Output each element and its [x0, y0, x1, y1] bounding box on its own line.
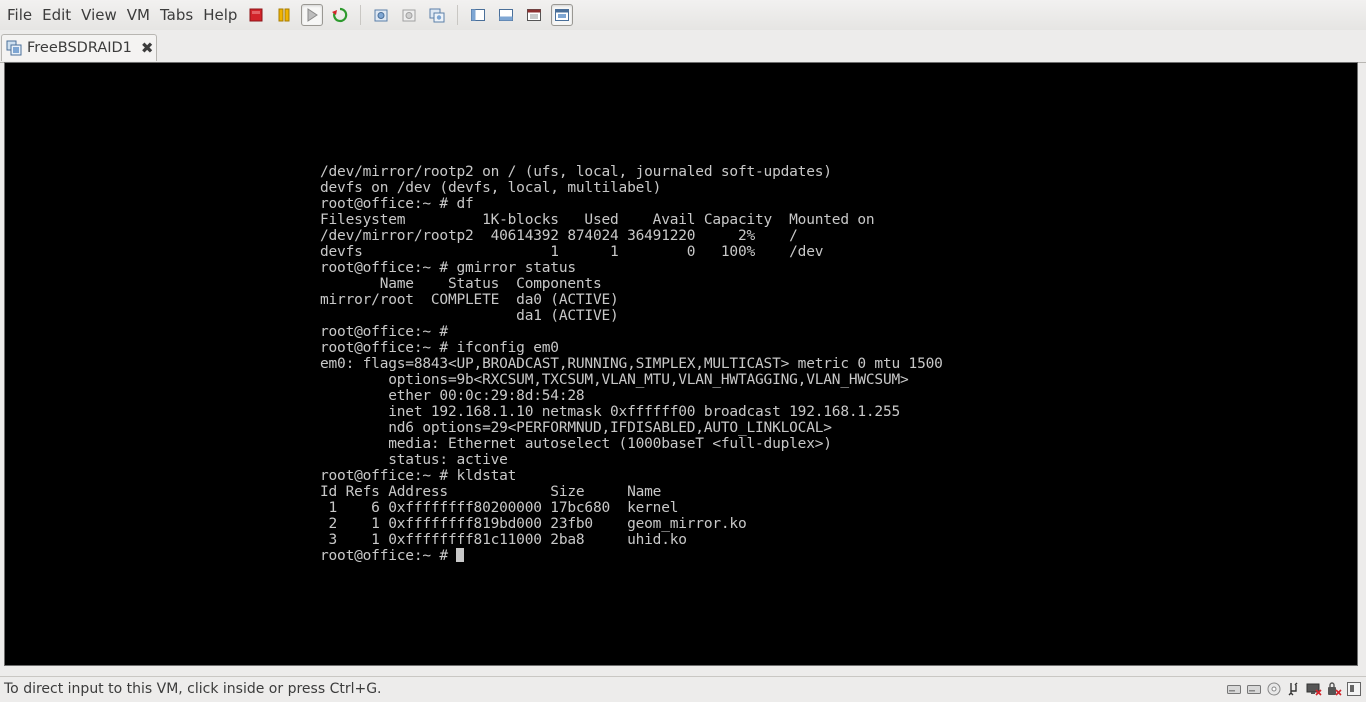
network-adapter-icon[interactable]	[1306, 681, 1322, 697]
suspend-icon	[278, 8, 290, 22]
terminal-line: nd6 options=29<PERFORMNUD,IFDISABLED,AUT…	[388, 420, 832, 436]
text-cursor	[456, 548, 465, 562]
snapshot-revert-icon	[402, 9, 416, 22]
terminal-line: da1 (ACTIVE)	[516, 308, 619, 324]
reset-icon	[332, 7, 348, 23]
snapshot-take-icon	[374, 9, 388, 22]
device-status-icons	[1222, 681, 1362, 697]
status-bar: To direct input to this VM, click inside…	[0, 676, 1366, 702]
terminal-line: mirror/root COMPLETE da0 (ACTIVE)	[320, 292, 619, 308]
power-off-icon	[249, 8, 263, 22]
power-on-icon	[307, 8, 319, 22]
toolbar-separator	[360, 5, 362, 25]
terminal-line: 2 1 0xffffffff819bd000 23fb0 geom_mirror…	[328, 516, 747, 532]
terminal-line: /dev/mirror/rootp2 40614392 874024 36491…	[320, 228, 798, 244]
power-off-button[interactable]	[245, 4, 267, 26]
unity-button[interactable]	[551, 4, 574, 26]
close-tab-icon[interactable]: ✖	[141, 40, 154, 56]
terminal-line: root@office:~ # df	[320, 196, 474, 212]
menu-view[interactable]: View	[76, 0, 122, 30]
snapshot-manager-button[interactable]	[426, 4, 448, 26]
sound-card-icon[interactable]	[1326, 681, 1342, 697]
terminal-lines: /dev/mirror/rootp2 on / (ufs, local, jou…	[320, 164, 943, 548]
terminal-line: devfs 1 1 0 100% /dev	[320, 244, 824, 260]
terminal-line: root@office:~ # kldstat	[320, 468, 517, 484]
terminal-line: Id Refs Address Size Name	[320, 484, 662, 500]
vm-message-icon[interactable]	[1346, 681, 1362, 697]
terminal-line: Filesystem 1K-blocks Used Avail Capacity…	[320, 212, 875, 228]
terminal-line: em0: flags=8843<UP,BROADCAST,RUNNING,SIM…	[320, 356, 943, 372]
terminal-line: root@office:~ #	[320, 324, 448, 340]
tab-bar: FreeBSDRAID1 ✖	[0, 30, 1366, 63]
main-toolbar: File Edit View VM Tabs Help	[0, 0, 1366, 30]
menu-help[interactable]: Help	[198, 0, 242, 30]
tab-label: FreeBSDRAID1	[27, 40, 132, 56]
terminal-line: 1 6 0xffffffff80200000 17bc680 kernel	[328, 500, 679, 516]
terminal-line: /dev/mirror/rootp2 on / (ufs, local, jou…	[320, 164, 832, 180]
terminal-line: media: Ethernet autoselect (1000baseT <f…	[388, 436, 832, 452]
fullscreen-icon	[527, 9, 542, 21]
terminal-line: status: active	[388, 452, 508, 468]
take-snapshot-button[interactable]	[370, 4, 392, 26]
terminal-prompt: root@office:~ #	[320, 548, 457, 564]
unity-icon	[555, 9, 570, 21]
cd-dvd-icon[interactable]	[1266, 681, 1282, 697]
menu-bar: File Edit View VM Tabs Help	[0, 0, 242, 30]
terminal-line: ether 00:0c:29:8d:54:28	[388, 388, 585, 404]
reset-button[interactable]	[329, 4, 351, 26]
vm-console[interactable]: /dev/mirror/rootp2 on / (ufs, local, jou…	[4, 62, 1358, 666]
terminal-line: devfs on /dev (devfs, local, multilabel)	[320, 180, 662, 196]
terminal-line: Name Status Components	[379, 276, 602, 292]
terminal-line: 3 1 0xffffffff81c11000 2ba8 uhid.ko	[328, 532, 687, 548]
fullscreen-button[interactable]	[523, 4, 545, 26]
toolbar-separator	[457, 5, 459, 25]
revert-snapshot-button[interactable]	[398, 4, 420, 26]
snapshot-manager-icon	[429, 8, 445, 23]
show-sidebar-button[interactable]	[467, 4, 489, 26]
suspend-button[interactable]	[273, 4, 295, 26]
show-sidebar-icon	[471, 9, 486, 21]
usb-icon[interactable]	[1286, 681, 1302, 697]
menu-file[interactable]: File	[2, 0, 37, 30]
terminal-line: root@office:~ # ifconfig em0	[320, 340, 559, 356]
terminal-line: options=9b<RXCSUM,TXCSUM,VLAN_MTU,VLAN_H…	[388, 372, 909, 388]
hard-disk-1-icon[interactable]	[1226, 681, 1242, 697]
menu-tabs[interactable]: Tabs	[155, 0, 198, 30]
power-on-button[interactable]	[301, 4, 324, 26]
menu-vm[interactable]: VM	[122, 0, 155, 30]
terminal-line: root@office:~ # gmirror status	[320, 260, 576, 276]
status-message: To direct input to this VM, click inside…	[4, 681, 382, 697]
tab-freebsdraid1[interactable]: FreeBSDRAID1 ✖	[1, 34, 157, 61]
vm-icon	[6, 40, 22, 56]
show-thumbnail-bar-button[interactable]	[495, 4, 517, 26]
terminal-line: inet 192.168.1.10 netmask 0xffffff00 bro…	[388, 404, 901, 420]
menu-edit[interactable]: Edit	[37, 0, 76, 30]
show-thumbnail-bar-icon	[499, 9, 514, 21]
terminal-output: /dev/mirror/rootp2 on / (ufs, local, jou…	[320, 164, 943, 564]
hard-disk-2-icon[interactable]	[1246, 681, 1262, 697]
